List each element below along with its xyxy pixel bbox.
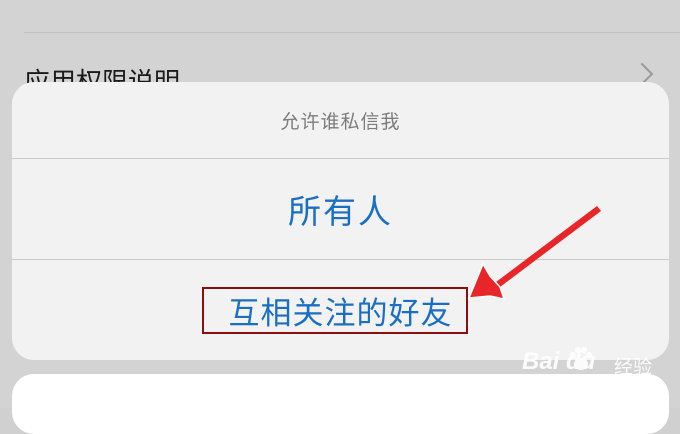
action-sheet-title: 允许谁私信我 [280,110,401,133]
dm-permission-action-sheet: 允许谁私信我 所有人 互相关注的好友 [12,82,669,360]
cancel-sheet-card[interactable] [12,374,669,434]
list-divider [24,32,680,33]
option-mutual-followers[interactable]: 互相关注的好友 [12,260,669,360]
option-everyone[interactable]: 所有人 [12,159,669,259]
